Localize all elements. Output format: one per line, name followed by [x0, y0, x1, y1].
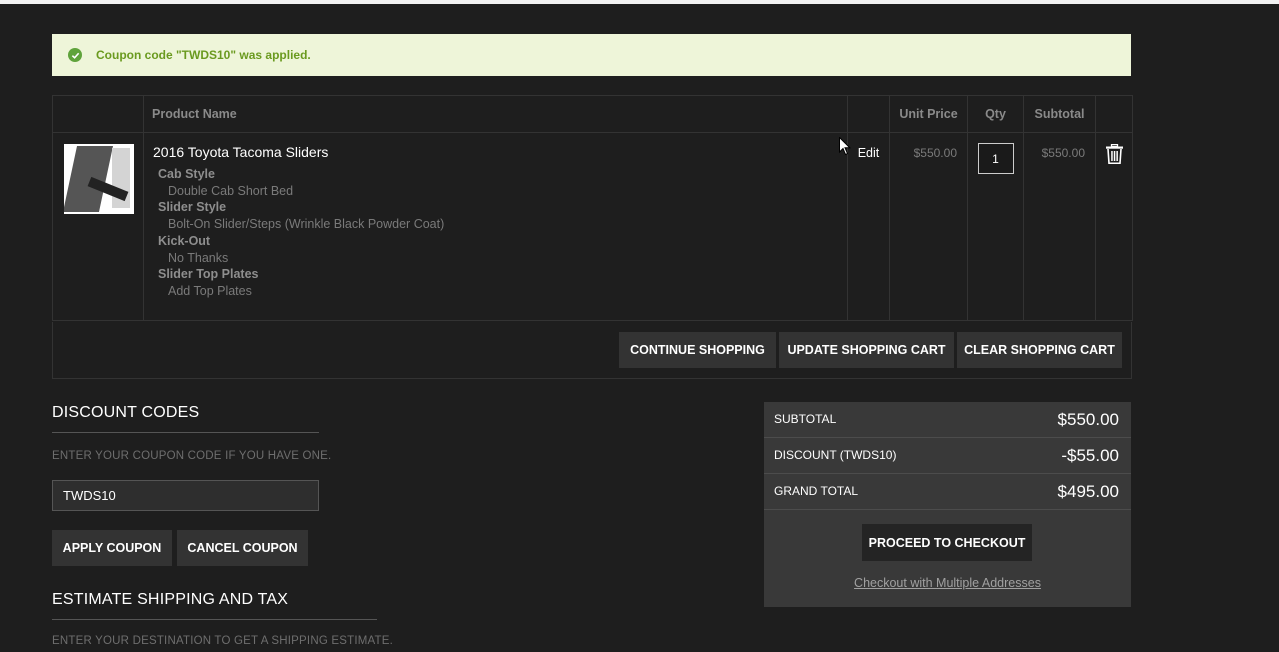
cart-actions: CONTINUE SHOPPING UPDATE SHOPPING CART C…: [52, 322, 1132, 379]
shipping-hint: ENTER YOUR DESTINATION TO GET A SHIPPING…: [52, 635, 394, 647]
update-cart-button[interactable]: UPDATE SHOPPING CART: [779, 332, 954, 368]
cart-header-row: Product Name Unit Price Qty Subtotal: [52, 95, 1133, 133]
cancel-coupon-button[interactable]: CANCEL COUPON: [177, 530, 308, 566]
totals-row-discount: DISCOUNT (TWDS10) -$55.00: [764, 438, 1131, 474]
discount-divider: [52, 432, 319, 433]
grand-total-label: GRAND TOTAL: [774, 484, 859, 498]
subtotal-value: $550.00: [1057, 410, 1119, 429]
option-value: Bolt-On Slider/Steps (Wrinkle Black Powd…: [168, 217, 445, 232]
header-remove: [1095, 95, 1133, 133]
remove-cell: [1095, 132, 1133, 321]
option-label: Kick-Out: [158, 233, 211, 248]
estimate-shipping-title: ESTIMATE SHIPPING AND TAX: [52, 591, 289, 608]
header-qty: Qty: [967, 95, 1024, 133]
continue-shopping-button[interactable]: CONTINUE SHOPPING: [619, 332, 776, 368]
header-product-name: Product Name: [143, 95, 848, 133]
check-circle-icon: [68, 48, 82, 62]
mouse-cursor-icon: [839, 137, 851, 156]
edit-cell: Edit: [847, 132, 890, 321]
cart-table: Product Name Unit Price Qty Subtotal 201…: [52, 95, 1133, 321]
success-message: Coupon code "TWDS10" was applied.: [52, 34, 1131, 76]
top-bar: [0, 0, 1279, 4]
option-value: No Thanks: [168, 250, 229, 265]
discount-codes-title: DISCOUNT CODES: [52, 404, 200, 421]
option-value: Add Top Plates: [168, 283, 252, 298]
coupon-input[interactable]: [52, 480, 319, 511]
apply-coupon-button[interactable]: APPLY COUPON: [52, 530, 172, 566]
option-label: Cab Style: [158, 167, 215, 181]
item-subtotal: $550.00: [1041, 146, 1085, 160]
discount-label: DISCOUNT (TWDS10): [774, 448, 897, 462]
clear-cart-button[interactable]: CLEAR SHOPPING CART: [957, 332, 1122, 368]
product-details: 2016 Toyota Tacoma Sliders Cab Style Dou…: [143, 132, 848, 321]
option-label: Slider Style: [158, 200, 227, 215]
unit-price-cell: $550.00: [889, 132, 968, 321]
cart-item-row: 2016 Toyota Tacoma Sliders Cab Style Dou…: [52, 132, 1133, 321]
totals-row-subtotal: SUBTOTAL $550.00: [764, 402, 1131, 438]
product-image[interactable]: [64, 144, 134, 214]
header-unit-price: Unit Price: [889, 95, 968, 133]
trash-icon[interactable]: [1105, 144, 1123, 164]
header-edit: [847, 95, 890, 133]
grand-total-value: $495.00: [1057, 482, 1119, 501]
unit-price: $550.00: [913, 146, 957, 160]
option-label: Slider Top Plates: [158, 267, 259, 282]
header-subtotal: Subtotal: [1023, 95, 1096, 133]
subtotal-label: SUBTOTAL: [774, 412, 837, 426]
subtotal-cell: $550.00: [1023, 132, 1096, 321]
qty-cell: [967, 132, 1024, 321]
checkout-multiple-addresses-link[interactable]: Checkout with Multiple Addresses: [764, 576, 1131, 590]
option-value: Double Cab Short Bed: [168, 183, 294, 198]
discount-hint: ENTER YOUR COUPON CODE IF YOU HAVE ONE.: [52, 450, 332, 462]
product-name[interactable]: 2016 Toyota Tacoma Sliders: [153, 144, 846, 160]
edit-link[interactable]: Edit: [849, 146, 888, 160]
qty-input[interactable]: [977, 143, 1014, 174]
product-image-cell: [52, 132, 144, 321]
success-message-text: Coupon code "TWDS10" was applied.: [96, 48, 311, 62]
shipping-divider: [52, 619, 377, 620]
header-image: [52, 95, 144, 133]
proceed-to-checkout-button[interactable]: PROCEED TO CHECKOUT: [862, 524, 1032, 561]
discount-value: -$55.00: [1061, 446, 1119, 465]
cart-totals: SUBTOTAL $550.00 DISCOUNT (TWDS10) -$55.…: [764, 402, 1131, 607]
totals-row-grand-total: GRAND TOTAL $495.00: [764, 474, 1131, 510]
